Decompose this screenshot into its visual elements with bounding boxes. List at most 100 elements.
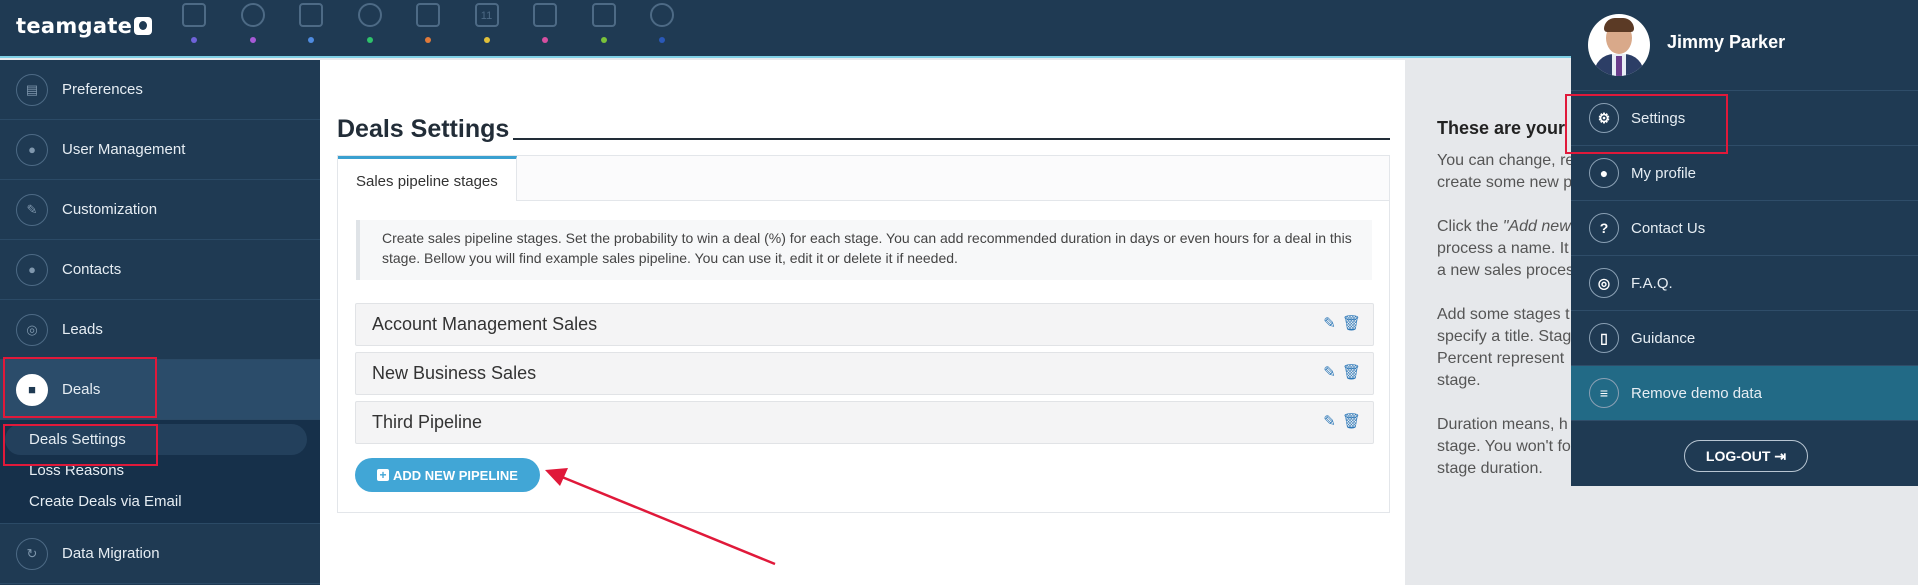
contact-icon: ● [16,253,48,286]
pipeline-row[interactable]: Third Pipeline ✎ 🗑 [355,401,1374,444]
dashboard-icon [182,3,206,27]
logout-label: LOG-OUT [1705,448,1771,464]
help-text-line: process a name. It [1437,240,1569,257]
trash-icon[interactable]: 🗑 [1342,365,1361,380]
nav-import[interactable] [516,0,575,58]
nav-dashboard[interactable] [165,0,224,58]
gear-icon: ⚙ [1589,103,1619,133]
briefcase-icon: ■ [16,373,48,406]
user-menu-dropdown: Jimmy Parker ⚙ Settings ● My profile ? Cont… [1571,0,1918,486]
brand-logo[interactable]: teamgate [16,14,153,38]
preferences-icon: ▤ [16,73,48,106]
calendar-icon: 11 [474,3,499,27]
sidebar-item-label: User Management [62,141,186,158]
sidebar-item-deals[interactable]: ■ Deals [0,360,320,420]
tab-sales-pipeline-stages[interactable]: Sales pipeline stages [338,156,517,201]
building-icon [299,3,323,27]
annotation-arrow-icon [545,468,776,566]
logout-icon: ⇥ [1774,447,1787,464]
tabs-bar: Sales pipeline stages [338,156,1389,201]
main-content: Deals Settings Sales pipeline stages Cre… [320,60,1405,585]
trash-icon[interactable]: 🗑 [1342,316,1361,331]
help-text-line: stage duration. [1437,460,1543,477]
nav-dot [308,37,314,43]
sidebar-item-data-migration[interactable]: ↻ Data Migration [0,524,320,584]
sidebar-item-label: Customization [62,201,158,218]
menu-item-guidance[interactable]: ▯ Guidance [1571,310,1918,365]
help-text-line: You can change, re [1437,152,1575,169]
plus-icon: + [377,469,390,481]
nav-companies[interactable] [282,0,341,58]
user-menu-footer: LOG-OUT ⇥ [1571,420,1918,490]
leads-icon: ◎ [16,313,48,346]
lifebuoy-icon: ◎ [1589,268,1619,298]
contacts-icon [357,3,382,27]
user-name: Jimmy Parker [1667,32,1786,52]
edit-icon[interactable]: ✎ [1322,316,1337,331]
nav-dot [191,37,197,43]
user-menu-header: Jimmy Parker [1571,0,1918,90]
trash-icon[interactable]: 🗑 [1342,414,1361,429]
pipeline-actions: ✎ 🗑 [1317,365,1361,380]
pipeline-actions: ✎ 🗑 [1317,316,1361,331]
nav-reports[interactable] [633,0,692,58]
nav-dot [483,37,490,43]
menu-item-label: Settings [1631,109,1686,127]
target-icon [240,3,265,27]
database-icon: ≡ [1589,378,1619,408]
sidebar-item-label: Contacts [62,261,122,278]
nav-dot [659,37,665,43]
page-title: Deals Settings [337,115,510,143]
nav-documents[interactable] [575,0,634,58]
logout-button[interactable]: LOG-OUT ⇥ [1684,440,1808,472]
sidebar-item-leads[interactable]: ◎ Leads [0,300,320,360]
help-text-quote: "Add new [1502,218,1571,235]
users-icon: ● [16,133,48,166]
question-icon: ? [1589,213,1619,243]
nav-deals[interactable] [399,0,458,58]
edit-icon[interactable]: ✎ [1322,414,1337,429]
sidebar-item-label: Preferences [62,81,143,98]
briefcase-icon [416,3,440,27]
nav-target[interactable] [224,0,283,58]
pipeline-row[interactable]: Account Management Sales ✎ 🗑 [355,303,1374,346]
menu-item-faq[interactable]: ◎ F.A.Q. [1571,255,1918,310]
pipeline-name: New Business Sales [372,363,537,383]
menu-item-label: My profile [1631,164,1697,182]
menu-item-label: F.A.Q. [1631,274,1673,292]
subnav-deals-settings[interactable]: Deals Settings [5,424,307,455]
edit-icon[interactable]: ✎ [1322,365,1337,380]
sidebar-item-customization[interactable]: ✎ Customization [0,180,320,240]
nav-calendar[interactable]: 11 [458,0,517,58]
sidebar-item-label: Leads [62,321,103,338]
pipeline-name: Account Management Sales [372,314,598,334]
nav-dot [366,37,373,43]
sync-icon: ↻ [16,537,48,570]
book-icon: ▯ [1589,323,1619,353]
subnav-create-deals-via-email[interactable]: Create Deals via Email [0,486,320,517]
menu-item-label: Contact Us [1631,219,1706,237]
help-text-line: Add some stages t [1437,306,1570,323]
sidebar-item-user-management[interactable]: ● User Management [0,120,320,180]
help-text-line: specify a title. Stag [1437,328,1572,345]
sidebar-item-contacts[interactable]: ● Contacts [0,240,320,300]
page-title-row: Deals Settings [337,115,1390,144]
menu-item-label: Remove demo data [1631,384,1762,402]
logo-mark-icon [134,17,153,35]
menu-item-contact-us[interactable]: ? Contact Us [1571,200,1918,255]
document-icon [591,3,616,27]
help-text-part: Click the [1437,218,1503,235]
nav-dot [600,37,607,43]
download-icon [533,3,557,27]
pipeline-row[interactable]: New Business Sales ✎ 🗑 [355,352,1374,395]
menu-item-remove-demo-data[interactable]: ≡ Remove demo data [1571,365,1918,420]
avatar[interactable] [1588,14,1650,76]
profile-icon: ● [1589,158,1619,188]
add-new-pipeline-button[interactable]: + ADD NEW PIPELINE [355,458,540,492]
menu-item-my-profile[interactable]: ● My profile [1571,145,1918,200]
nav-contacts[interactable] [341,0,400,58]
sidebar-item-label: Deals [62,381,101,398]
subnav-loss-reasons[interactable]: Loss Reasons [0,455,320,486]
sidebar-item-preferences[interactable]: ▤ Preferences [0,60,320,120]
menu-item-settings[interactable]: ⚙ Settings [1571,90,1918,145]
